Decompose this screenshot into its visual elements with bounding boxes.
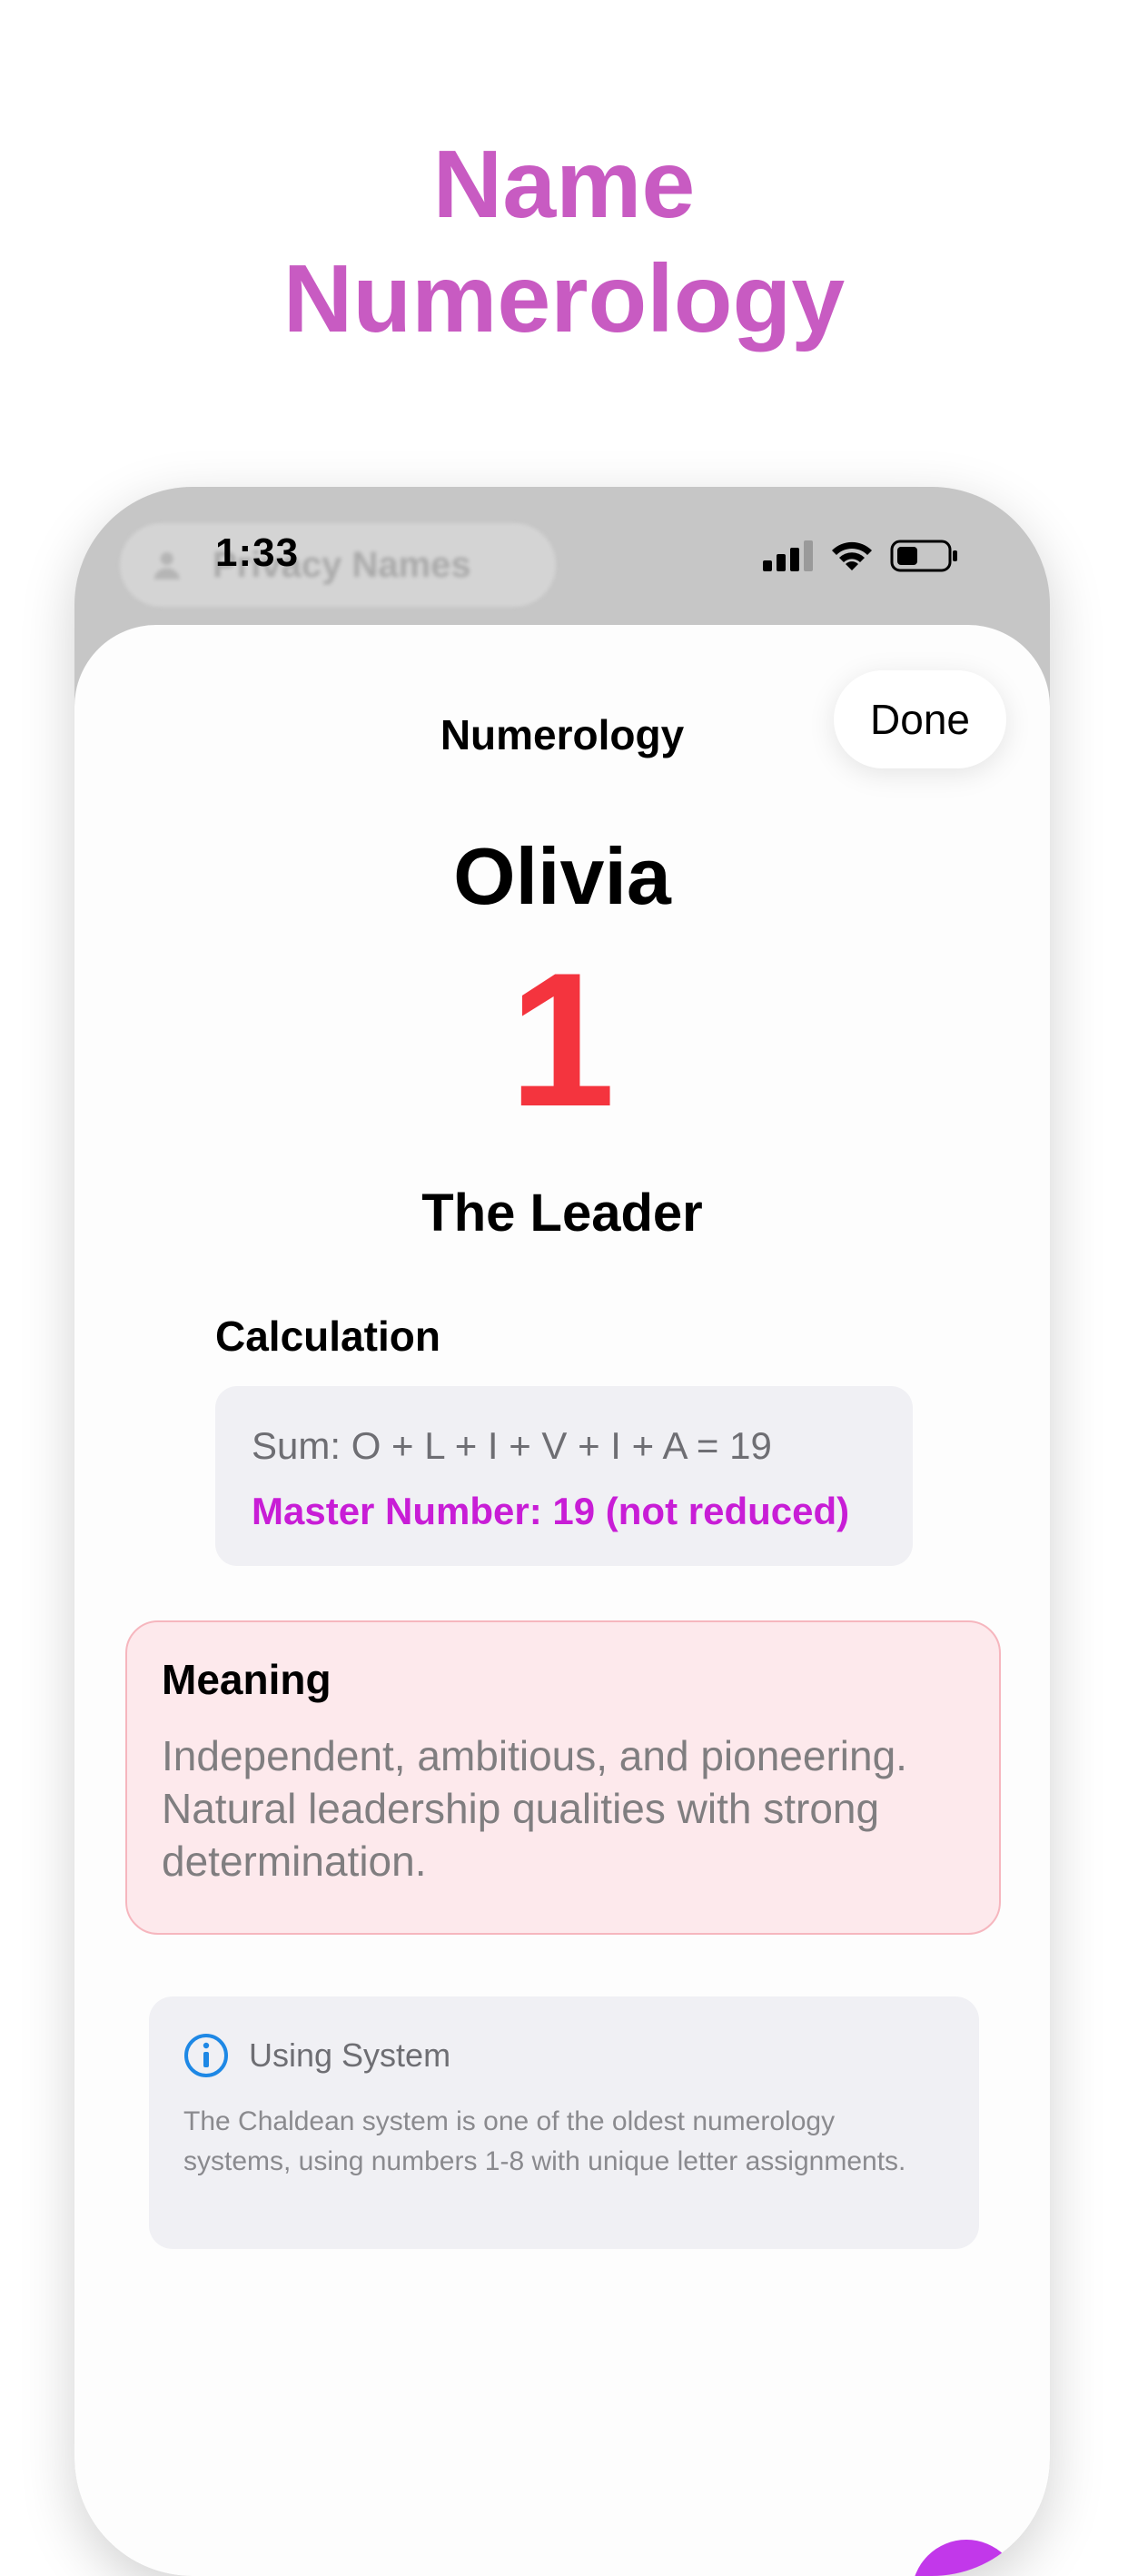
battery-icon	[890, 540, 957, 572]
page-headline: Name Numerology	[0, 127, 1128, 356]
wifi-icon	[832, 541, 872, 570]
info-icon	[184, 2034, 228, 2077]
calculation-heading: Calculation	[215, 1313, 440, 1360]
numerology-number: 1	[509, 933, 616, 1146]
status-time: 1:33	[215, 530, 300, 575]
calculation-sum: Sum: O + L + I + V + I + A = 19	[252, 1424, 772, 1467]
status-icons	[763, 540, 959, 572]
meaning-card: Meaning Independent, ambitious, and pion…	[125, 1620, 1001, 1935]
meaning-title: Meaning	[162, 1656, 331, 1703]
headline-line-1: Name	[432, 131, 696, 238]
system-info-heading: Using System	[249, 2036, 451, 2074]
system-info-card: Using System The Chaldean system is one …	[149, 1996, 979, 2249]
phone-frame: Privacy Names 1:33 Numerology Done Olivi…	[74, 487, 1050, 2576]
headline-line-2: Numerology	[282, 245, 846, 352]
master-number-note: Master Number: 19 (not reduced)	[252, 1490, 850, 1532]
cellular-signal-icon	[763, 540, 813, 571]
numerology-sheet: Numerology Done Olivia 1 The Leader Calc…	[74, 625, 1050, 2576]
done-button[interactable]: Done	[834, 670, 1006, 768]
floating-action-button[interactable]	[912, 2540, 1021, 2576]
person-icon	[153, 552, 180, 580]
background-app-pill: Privacy Names	[120, 523, 556, 607]
system-info-body: The Chaldean system is one of the oldest…	[183, 2106, 906, 2176]
name-title: Olivia	[453, 831, 671, 921]
archetype-label: The Leader	[421, 1184, 703, 1243]
meaning-text: Independent, ambitious, and pioneering. …	[162, 1732, 907, 1885]
calculation-box: Sum: O + L + I + V + I + A = 19 Master N…	[215, 1386, 913, 1566]
system-info-header: Using System	[183, 2033, 945, 2078]
